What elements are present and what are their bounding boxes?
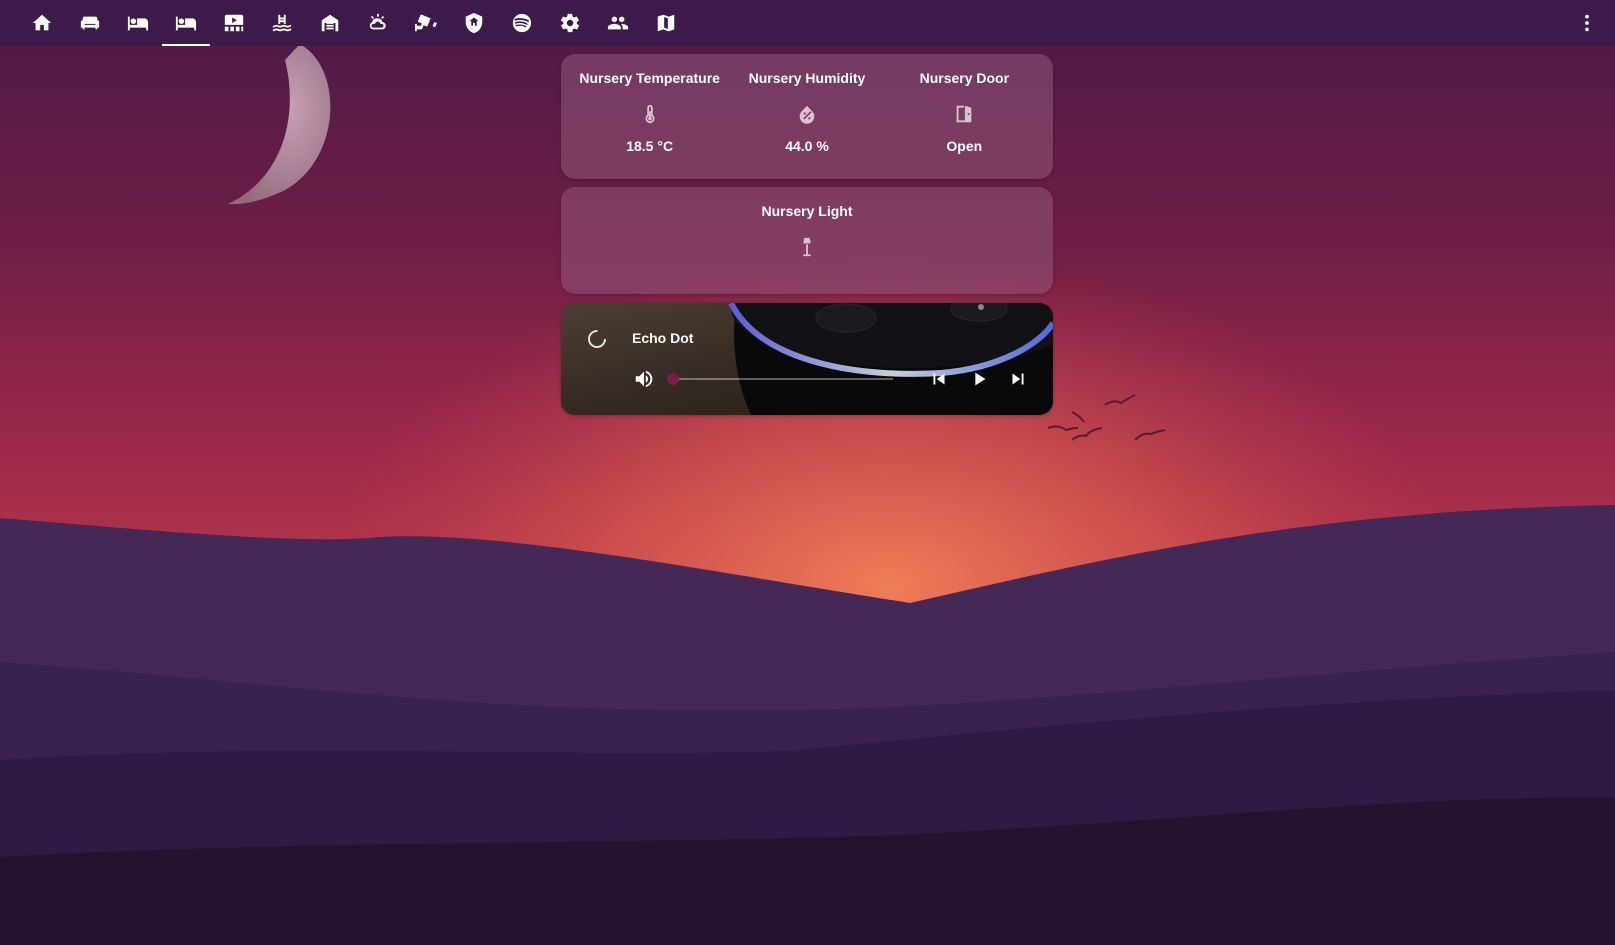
tab-spotify[interactable]	[498, 0, 546, 46]
media-title: Echo Dot	[632, 330, 694, 346]
dots-vertical-icon	[1585, 14, 1589, 32]
gear-icon	[560, 13, 580, 33]
tab-map[interactable]	[642, 0, 690, 46]
view-tabs	[18, 0, 690, 46]
next-track-button[interactable]	[1005, 366, 1031, 392]
skip-next-icon	[1012, 373, 1024, 385]
tab-weather[interactable]	[354, 0, 402, 46]
bed-single-icon	[127, 16, 149, 31]
home-icon	[32, 14, 52, 31]
loading-spinner-icon	[588, 330, 606, 348]
glance-card: Nursery Temperature 18.5 °C Nursery Humi…	[561, 54, 1053, 179]
entity-state: 18.5 °C	[626, 138, 674, 154]
entity-state: 44.0 %	[785, 138, 829, 154]
water-percent-icon	[796, 103, 818, 125]
play-button[interactable]	[966, 366, 992, 392]
top-toolbar	[0, 0, 1615, 46]
shield-home-icon	[465, 12, 483, 34]
media-player-card: Echo Dot	[561, 303, 1053, 415]
previous-track-button[interactable]	[926, 366, 952, 392]
tab-pool[interactable]	[258, 0, 306, 46]
tab-theater[interactable]	[210, 0, 258, 46]
pool-icon	[272, 14, 292, 32]
map-icon	[657, 14, 675, 32]
tab-settings[interactable]	[546, 0, 594, 46]
floor-lamp-icon	[796, 236, 818, 258]
tab-home[interactable]	[18, 0, 66, 46]
spotify-icon	[512, 13, 532, 33]
people-icon	[607, 16, 629, 30]
entity-nursery-door[interactable]: Nursery Door Open	[889, 54, 1039, 179]
play-icon	[975, 372, 986, 386]
theater-icon	[224, 14, 244, 32]
entity-name: Nursery Humidity	[748, 70, 866, 86]
volume-slider[interactable]	[667, 373, 893, 385]
power-button[interactable]	[585, 327, 609, 351]
mute-button[interactable]	[631, 366, 657, 392]
media-controls-overlay: Echo Dot	[561, 303, 1053, 415]
entity-state: Open	[946, 138, 983, 154]
tab-bedroom[interactable]	[114, 0, 162, 46]
tab-cameras[interactable]	[402, 0, 450, 46]
weather-icon	[369, 13, 386, 30]
entity-name: Nursery Door	[919, 70, 1010, 86]
tab-living-room[interactable]	[66, 0, 114, 46]
volume-slider-knob[interactable]	[667, 373, 679, 385]
tab-security[interactable]	[450, 0, 498, 46]
entity-nursery-temperature[interactable]: Nursery Temperature 18.5 °C	[575, 54, 725, 179]
tab-people[interactable]	[594, 0, 642, 46]
volume-high-icon	[635, 370, 653, 388]
nursery-light-card[interactable]: Nursery Light	[561, 187, 1053, 294]
tab-nursery[interactable]	[162, 0, 210, 46]
media-controls	[561, 364, 1053, 394]
cctv-icon	[415, 14, 437, 32]
tab-garage[interactable]	[306, 0, 354, 46]
entity-name: Nursery Temperature	[579, 70, 720, 86]
overflow-menu-button[interactable]	[1573, 9, 1601, 37]
door-open-icon	[953, 103, 975, 125]
thermometer-icon	[639, 103, 661, 125]
garage-icon	[321, 14, 339, 32]
bed-icon	[175, 16, 197, 31]
entity-nursery-humidity[interactable]: Nursery Humidity 44.0 %	[732, 54, 882, 179]
light-name: Nursery Light	[761, 203, 853, 219]
sofa-icon	[80, 16, 100, 30]
skip-previous-icon	[933, 373, 945, 385]
